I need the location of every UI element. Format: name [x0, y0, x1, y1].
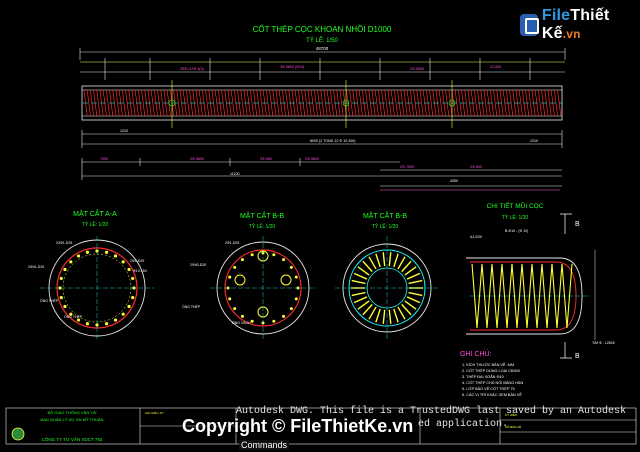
org-line-1: BỘ GIAO THÔNG VẬN TẢI [48, 410, 97, 415]
svg-text:A1-D20: A1-D20 [470, 235, 482, 239]
svg-text:B-Φ10 - (Φ 10): B-Φ10 - (Φ 10) [505, 229, 528, 233]
copyright-watermark: Copyright © FileThietKe.vn [182, 416, 414, 436]
note-3: 3. THÉP ĐAI XOẮN Φ10 [462, 374, 504, 379]
detail-scale: TỶ LỆ: 1/20 [502, 213, 529, 221]
org-line-3: CÔNG TY TƯ VẤN XDCT 793 [42, 436, 103, 442]
svg-text:2Φ40-D20: 2Φ40-D20 [190, 263, 206, 267]
detail-title: CHI TIẾT MŨI CỌC [487, 200, 544, 210]
detail-marker-top: B [575, 221, 580, 228]
pile-longitudinal [81, 80, 563, 128]
cad-drawing-canvas: CỐT THÉP CỌC KHOAN NHỒI D1000 TỶ LỆ: 1/5… [5, 24, 637, 445]
note-2: 2. CỐT THÉP DÙNG LOẠI CB300 [462, 368, 520, 373]
section-b-drawing [210, 236, 316, 340]
svg-text:2Φ-7500: 2Φ-7500 [400, 165, 414, 169]
main-title: CỐT THÉP CỌC KHOAN NHỒI D1000 [253, 24, 392, 34]
svg-text:2Φ-6000: 2Φ-6000 [410, 67, 424, 71]
dwg-trust-message-cont: ed application. [418, 419, 509, 430]
section-b-title: MẶT CẮT B-B [240, 211, 284, 220]
filethietke-logo: FileThiết Kế.vn [520, 7, 632, 42]
section-a-drawing [40, 236, 154, 340]
dim-top-label: 48700 [316, 46, 329, 51]
logo-text-part1: File [541, 7, 571, 24]
svg-text:ỐNG THÉP: ỐNG THÉP [64, 314, 83, 319]
svg-text:11100: 11100 [230, 172, 239, 176]
note-6: 6. CÁC VỊ TRÍ KHÁC XEM BẢN VẼ [462, 392, 522, 397]
svg-text:2Φ1-D25: 2Φ1-D25 [130, 259, 144, 263]
svg-text:Φ10-150: Φ10-150 [133, 269, 147, 273]
note-1: 1. KÍCH THƯỚC BẢN VẼ: MM [462, 362, 514, 367]
svg-text:3ΦD=12Φ 4(3): 3ΦD=12Φ 4(3) [180, 67, 204, 71]
svg-text:ỐNG THÉP: ỐNG THÉP [182, 304, 201, 309]
svg-text:1210: 1210 [120, 129, 128, 133]
section-a-title: MẶT CẮT A-A [73, 209, 117, 218]
svg-text:22-600: 22-600 [490, 65, 501, 69]
section-c-title: MẶT CẮT B-B [363, 211, 407, 220]
svg-text:4300: 4300 [450, 179, 458, 183]
svg-text:2Φ-5600: 2Φ-5600 [190, 157, 204, 161]
bar-schedule [81, 158, 562, 191]
svg-text:TIM Φ - 12618: TIM Φ - 12618 [592, 341, 615, 345]
svg-text:CHỦ ĐẦU TƯ: CHỦ ĐẦU TƯ [145, 410, 164, 415]
svg-text:ỐNG VÁCH: ỐNG VÁCH [232, 320, 251, 325]
logo-text-part3: .vn [562, 27, 581, 41]
detail-drawing [466, 213, 596, 359]
top-dimension [79, 48, 566, 80]
command-line-label[interactable]: Commands [239, 440, 290, 450]
section-c-drawing [335, 236, 440, 340]
title-block-logo [11, 427, 25, 441]
detail-marker-bottom: B [575, 353, 580, 360]
main-scale: TỶ LỆ: 1/50 [306, 36, 338, 44]
svg-text:2Φ-5600: 2Φ-5600 [305, 157, 319, 161]
svg-text:7000: 7000 [100, 157, 108, 161]
dim-labels-top: 3ΦD=12Φ 4(3) 3Φ 5600 (Φ10) 2Φ-6000 22-60… [180, 65, 501, 71]
svg-text:2Φ41-D20: 2Φ41-D20 [28, 265, 44, 269]
notes-list: 1. KÍCH THƯỚC BẢN VẼ: MM 2. CỐT THÉP DÙN… [462, 362, 523, 397]
svg-text:23Φ1-D25: 23Φ1-D25 [56, 241, 72, 245]
logo-icon [520, 14, 539, 36]
notes-title: GHI CHÚ: [460, 349, 492, 358]
cad-drawing-viewport[interactable]: CỐT THÉP CỌC KHOAN NHỒI D1000 TỶ LỆ: 1/5… [0, 0, 640, 452]
section-a-scale: TỶ LỆ: 1/20 [82, 220, 109, 228]
note-5: 5. LỚP BẢO VỆ CỐT THÉP 75 [462, 386, 515, 391]
svg-text:2Φ-600: 2Φ-600 [470, 165, 482, 169]
note-4: 4. CỐT THÉP CHỦ NỐI BẰNG HÀN [462, 380, 523, 385]
svg-text:2Φ-600: 2Φ-600 [260, 157, 272, 161]
svg-text:1210: 1210 [530, 139, 538, 143]
section-c-scale: TỶ LỆ: 1/20 [372, 222, 399, 230]
svg-text:8000 (2 TONG 12 Φ 10 200): 8000 (2 TONG 12 Φ 10 200) [310, 139, 356, 143]
svg-text:2Φ1-D25: 2Φ1-D25 [225, 241, 239, 245]
section-b-scale: TỶ LỆ: 1/20 [249, 222, 276, 230]
svg-text:3Φ 5600 (Φ10): 3Φ 5600 (Φ10) [280, 65, 304, 69]
svg-text:ỐNG THÉP: ỐNG THÉP [40, 298, 59, 303]
org-line-2: BAN QUẢN LÝ DỰ ÁN MỸ THUẬN [41, 417, 104, 422]
